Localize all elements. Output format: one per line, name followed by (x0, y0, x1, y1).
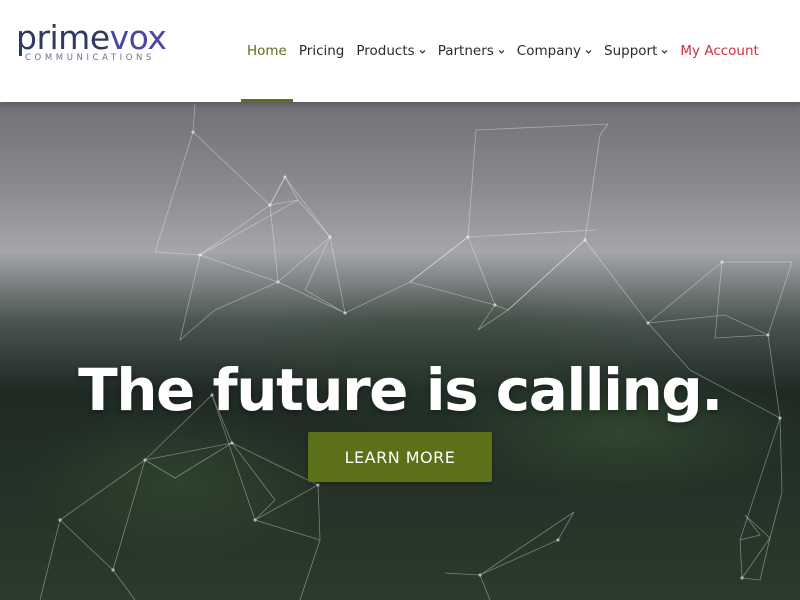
chevron-down-icon (419, 49, 426, 54)
nav-item-label: Partners (437, 43, 494, 59)
nav-item-home[interactable]: Home (241, 0, 293, 102)
logo-word-vox: vox (109, 18, 167, 57)
logo-tagline: COMMUNICATIONS (25, 53, 156, 63)
nav-item-partners[interactable]: Partners (432, 0, 511, 102)
site-header: primevox COMMUNICATIONS Home Pricing Pro… (0, 0, 800, 102)
nav-item-label: Home (247, 43, 287, 59)
nav-item-label: Pricing (298, 43, 345, 59)
nav-item-label: Products (356, 43, 415, 59)
nav-item-company[interactable]: Company (511, 0, 598, 102)
network-mesh-graphic (39, 103, 793, 600)
nav-item-my-account[interactable]: My Account (674, 0, 764, 102)
chevron-down-icon (662, 49, 668, 54)
nav-item-label: Support (604, 43, 658, 59)
logo-word-prime: prime (16, 18, 110, 57)
learn-more-button[interactable]: LEARN MORE (308, 432, 492, 482)
hero-headline: The future is calling. (78, 355, 723, 424)
logo-wordmark: primevox (16, 18, 167, 57)
primevox-logo[interactable]: primevox COMMUNICATIONS (16, 18, 167, 64)
nav-item-label: My Account (680, 43, 759, 59)
nav-item-products[interactable]: Products (350, 0, 431, 102)
hero-section: The future is calling. LEARN MORE (0, 102, 800, 600)
nav-item-support[interactable]: Support (598, 0, 674, 102)
main-nav: Home Pricing Products Partners Company S… (241, 0, 765, 102)
nav-item-label: Company (516, 43, 582, 59)
chevron-down-icon (498, 49, 505, 54)
chevron-down-icon (585, 49, 592, 54)
nav-item-pricing[interactable]: Pricing (293, 0, 351, 102)
